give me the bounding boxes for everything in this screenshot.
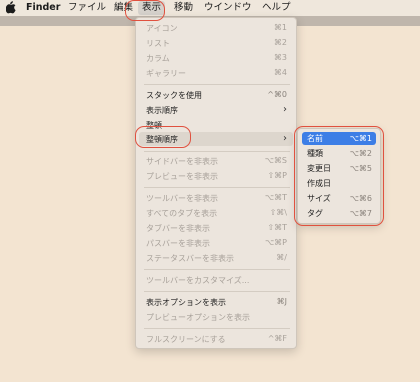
menu-item-label: サイドバーを非表示 — [146, 156, 218, 166]
menu-item-hide-path-bar[interactable]: パスバーを非表示 ⌥⌘P — [139, 236, 293, 250]
menu-item-label: 整頓順序 — [146, 134, 178, 144]
shortcut: ⌥⌘P — [264, 238, 287, 247]
menu-separator — [144, 269, 290, 270]
shortcut: ⌘2 — [273, 38, 287, 47]
submenu-item-label: サイズ — [307, 194, 331, 203]
menu-item-label: 表示オプションを表示 — [146, 297, 226, 307]
menu-item-label: プレビューオプションを表示 — [146, 312, 250, 322]
shortcut: ⌥⌘1 — [349, 134, 372, 143]
menu-separator — [144, 328, 290, 329]
shortcut: ⌘J — [276, 297, 287, 306]
submenu-item-kind[interactable]: 種類 ⌥⌘2 — [302, 147, 376, 160]
menu-separator — [144, 187, 290, 188]
submenu-item-label: 名前 — [307, 134, 323, 143]
menu-item-use-stacks[interactable]: スタックを使用 ^⌘0 — [139, 88, 293, 102]
shortcut: ⌥⌘6 — [349, 194, 372, 203]
submenu-item-label: 種類 — [307, 149, 323, 158]
chevron-right-icon: › — [283, 104, 287, 115]
menu-item-hide-preview[interactable]: プレビューを非表示 ⇧⌘P — [139, 169, 293, 183]
menu-item-hide-status-bar[interactable]: ステータスバーを非表示 ⌘/ — [139, 251, 293, 265]
menu-item-enter-full-screen[interactable]: フルスクリーンにする ^⌘F — [139, 332, 293, 346]
menu-item-show-preview-options[interactable]: プレビューオプションを表示 — [139, 310, 293, 324]
submenu-item-label: 変更日 — [307, 164, 331, 173]
menu-go[interactable]: 移動 — [174, 2, 193, 14]
menu-item-label: ツールバーをカスタマイズ... — [146, 275, 250, 285]
menu-item-clean-up[interactable]: 整頓 — [139, 118, 293, 132]
menu-item-hide-toolbar[interactable]: ツールバーを非表示 ⌥⌘T — [139, 191, 293, 205]
menu-separator — [144, 151, 290, 152]
menu-item-label: リスト — [146, 38, 170, 48]
menu-item-hide-sidebar[interactable]: サイドバーを非表示 ⌥⌘S — [139, 154, 293, 168]
submenu-item-name[interactable]: 名前 ⌥⌘1 — [302, 132, 376, 145]
submenu-item-date-created[interactable]: 作成日 — [302, 177, 376, 190]
menu-item-as-list[interactable]: リスト ⌘2 — [139, 36, 293, 50]
shortcut: ⌥⌘S — [264, 156, 287, 165]
menu-item-as-gallery[interactable]: ギャラリー ⌘4 — [139, 66, 293, 80]
menu-item-label: アイコン — [146, 23, 178, 33]
view-menu: アイコン ⌘1 リスト ⌘2 カラム ⌘3 ギャラリー ⌘4 スタックを使用 ^… — [135, 17, 297, 349]
shortcut: ⌥⌘2 — [349, 149, 372, 158]
menu-item-label: パスバーを非表示 — [146, 238, 210, 248]
menu-item-label: カラム — [146, 53, 170, 63]
menu-item-label: タブバーを非表示 — [146, 223, 210, 233]
menu-item-as-icons[interactable]: アイコン ⌘1 — [139, 21, 293, 35]
shortcut: ⇧⌘P — [267, 171, 287, 180]
menu-file[interactable]: ファイル — [68, 2, 106, 14]
menu-item-label: フルスクリーンにする — [146, 334, 226, 344]
menu-edit[interactable]: 編集 — [114, 2, 133, 14]
shortcut: ⌘/ — [276, 253, 287, 262]
shortcut: ⇧⌘\ — [269, 208, 287, 217]
menu-item-customize-toolbar[interactable]: ツールバーをカスタマイズ... — [139, 273, 293, 287]
menu-item-label: スタックを使用 — [146, 90, 202, 100]
menu-view[interactable]: 表示 — [138, 1, 166, 15]
menu-separator — [144, 291, 290, 292]
menu-item-sort-by[interactable]: 表示順序 › — [139, 103, 293, 117]
apple-icon[interactable] — [6, 1, 16, 14]
menu-item-show-all-tabs[interactable]: すべてのタブを表示 ⇧⌘\ — [139, 206, 293, 220]
shortcut: ⌘3 — [273, 53, 287, 62]
submenu-item-label: タグ — [307, 209, 323, 218]
menu-bar: Finder ファイル 編集 表示 移動 ウインドウ ヘルプ — [0, 0, 420, 16]
menu-item-label: ツールバーを非表示 — [146, 193, 218, 203]
submenu-item-size[interactable]: サイズ ⌥⌘6 — [302, 192, 376, 205]
submenu-item-label: 作成日 — [307, 179, 331, 188]
shortcut: ⌥⌘7 — [349, 209, 372, 218]
shortcut: ⌥⌘T — [264, 193, 287, 202]
submenu-item-tags[interactable]: タグ ⌥⌘7 — [302, 207, 376, 220]
clean-up-by-submenu: 名前 ⌥⌘1 種類 ⌥⌘2 変更日 ⌥⌘5 作成日 サイズ ⌥⌘6 タグ ⌥⌘7 — [297, 128, 381, 224]
menu-finder[interactable]: Finder — [26, 2, 60, 14]
menu-item-hide-tab-bar[interactable]: タブバーを非表示 ⇧⌘T — [139, 221, 293, 235]
menu-item-label: プレビューを非表示 — [146, 171, 218, 181]
shortcut: ^⌘F — [267, 334, 287, 343]
submenu-item-date-modified[interactable]: 変更日 ⌥⌘5 — [302, 162, 376, 175]
menu-window[interactable]: ウインドウ — [204, 2, 252, 14]
menu-item-label: 表示順序 — [146, 105, 178, 115]
shortcut: ⌘4 — [273, 68, 287, 77]
menu-help[interactable]: ヘルプ — [262, 2, 291, 14]
menu-separator — [144, 84, 290, 85]
menu-item-label: すべてのタブを表示 — [146, 208, 218, 218]
menu-item-label: ギャラリー — [146, 68, 186, 78]
menu-item-label: 整頓 — [146, 120, 162, 130]
menu-item-clean-up-by[interactable]: 整頓順序 › — [139, 132, 293, 146]
menu-item-as-columns[interactable]: カラム ⌘3 — [139, 51, 293, 65]
chevron-right-icon: › — [283, 133, 287, 144]
shortcut: ⇧⌘T — [267, 223, 287, 232]
menu-item-show-view-options[interactable]: 表示オプションを表示 ⌘J — [139, 295, 293, 309]
shortcut: ^⌘0 — [267, 90, 287, 99]
menu-item-label: ステータスバーを非表示 — [146, 253, 234, 263]
shortcut: ⌥⌘5 — [349, 164, 372, 173]
shortcut: ⌘1 — [273, 23, 287, 32]
